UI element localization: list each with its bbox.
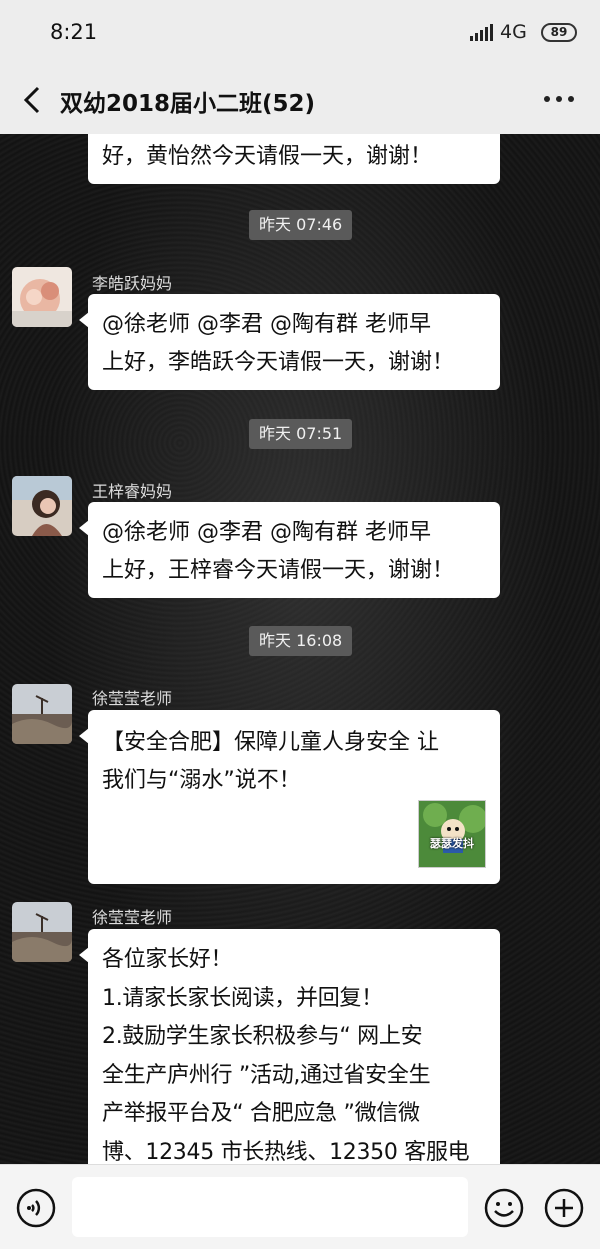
sticker-caption: 瑟瑟发抖 [430,837,474,850]
sticker-image[interactable]: 瑟瑟发抖 [418,800,486,868]
avatar[interactable] [12,267,72,327]
timestamp: 昨天 16:08 [249,626,353,656]
avatar[interactable] [12,476,72,536]
more-dots-icon[interactable] [544,96,574,104]
status-bar: 8:21 4G 89 [0,0,600,66]
voice-icon[interactable] [16,1188,56,1228]
message-bubble[interactable]: @徐老师 @李君 @陶有群 老师早 上好，王梓睿今天请假一天，谢谢！ [79,502,500,598]
chat-area[interactable]: 好，黄怡然今天请假一天，谢谢！ 昨天 07:46 李皓跃妈妈 @徐老师 @李君 … [0,134,600,1164]
message-text: @徐老师 @李君 @陶有群 老师早 上好，李皓跃今天请假一天，谢谢！ [102,312,455,375]
nav-bar: 双幼2018届小二班(52) [0,66,600,134]
message-bubble[interactable]: 各位家长好！ 1.请家长家长阅读，并回复！ 2.鼓励学生家长积极参与“ 网上安 … [79,929,500,1164]
message-text: 各位家长好！ 1.请家长家长阅读，并回复！ 2.鼓励学生家长积极参与“ 网上安 … [102,947,470,1164]
input-bar [0,1164,600,1249]
sender-name: 李皓跃妈妈 [92,274,173,293]
network-type: 4G [500,21,527,43]
timestamp: 昨天 07:51 [249,419,353,449]
message-bubble[interactable]: @徐老师 @李君 @陶有群 老师早 上好，李皓跃今天请假一天，谢谢！ [79,294,500,390]
message-bubble[interactable]: 【安全合肥】保障儿童人身安全 让 我们与“溺水”说不！ 瑟瑟发抖 [79,710,500,884]
message-text: 好，黄怡然今天请假一天，谢谢！ [102,144,433,169]
sender-name: 王梓睿妈妈 [92,482,173,501]
sender-name: 徐莹莹老师 [92,689,173,708]
battery-icon: 89 [541,23,577,42]
message-text: 【安全合肥】保障儿童人身安全 让 我们与“溺水”说不！ [102,730,439,793]
back-arrow-icon[interactable] [20,82,46,118]
plus-icon[interactable] [544,1188,584,1228]
sender-name: 徐莹莹老师 [92,908,173,927]
message-text: @徐老师 @李君 @陶有群 老师早 上好，王梓睿今天请假一天，谢谢！ [102,520,455,583]
message-bubble[interactable]: 好，黄怡然今天请假一天，谢谢！ [88,134,500,184]
status-time: 8:21 [50,20,98,44]
chat-title: 双幼2018届小二班(52) [60,91,316,117]
timestamp: 昨天 07:46 [249,210,353,240]
signal-icon [470,24,494,41]
avatar[interactable] [12,902,72,962]
avatar[interactable] [12,684,72,744]
emoji-icon[interactable] [484,1188,524,1228]
message-input[interactable] [72,1177,468,1237]
